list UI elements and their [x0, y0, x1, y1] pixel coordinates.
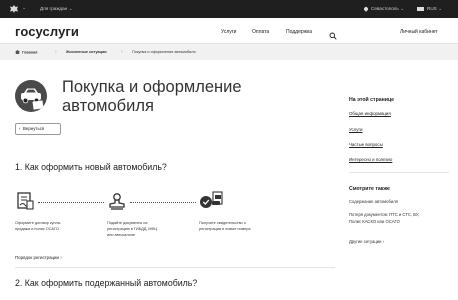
contract-icon [15, 191, 35, 211]
page-title-line-1: Покупка и оформление [62, 78, 242, 96]
sidebar-link-general-info[interactable]: Общая информация [349, 111, 391, 116]
breadcrumb-current: Покупка и оформление автомобиля [132, 50, 196, 54]
gosuslugi-logo[interactable]: госуслуги [15, 24, 79, 39]
section-heading-new-car: 1. Как оформить новый автомобиль? [15, 162, 167, 172]
location-pin-icon [363, 5, 369, 12]
breadcrumb: Главная › Жизненные ситуации › Покупка и… [0, 44, 458, 60]
stamp-icon [107, 191, 127, 211]
sidebar-divider [349, 172, 449, 173]
see-also-title: Смотрите также [349, 186, 390, 192]
step-2-text: Подайте документы на регистрацию в ГИБДД,… [107, 221, 158, 237]
sidebar-link-services[interactable]: Услуги [349, 127, 363, 132]
top-bar: ⌄ Для граждан ⌄ Севастополь ⌄ RUS ⌄ [0, 0, 458, 18]
breadcrumb-home[interactable]: Главная [15, 50, 37, 55]
see-also-car-maintenance[interactable]: Содержание автомобиля [349, 199, 398, 206]
back-button-label: Вернуться [23, 126, 45, 131]
site-header: госуслуги Услуги Оплата Поддержка Личный… [0, 18, 458, 44]
audience-selector[interactable]: Для граждан ⌄ [40, 6, 73, 12]
search-icon[interactable] [329, 27, 337, 40]
registration-procedure-link[interactable]: Порядок регистрации › [15, 255, 62, 260]
nav-payment[interactable]: Оплата [252, 29, 269, 35]
chevron-down-icon: ⌄ [68, 6, 73, 12]
page-title-line-2: автомобиля [62, 97, 154, 115]
nav-support[interactable]: Поддержка [286, 29, 312, 35]
chevron-down-icon[interactable]: ⌄ [22, 5, 26, 11]
page-title: Покупка и оформление автомобиля [62, 78, 242, 116]
breadcrumb-life-situations[interactable]: Жизненные ситуации [66, 50, 107, 54]
car-icon [15, 80, 47, 112]
chevron-right-icon: › [121, 49, 123, 55]
car-document-icon [199, 190, 225, 210]
location-label: Севастополь [371, 6, 399, 11]
sidebar-link-faq[interactable]: Частые вопросы [349, 142, 383, 147]
language-selector[interactable]: RUS ⌄ [417, 6, 442, 12]
chevron-right-icon: › [55, 49, 57, 55]
language-label: RUS [427, 6, 437, 11]
other-situations-link[interactable]: Другие ситуации › [349, 239, 384, 246]
chevron-down-icon: ⌄ [436, 6, 443, 12]
personal-account-link[interactable]: Личный кабинет [400, 29, 438, 35]
see-also-lost-documents[interactable]: Потеря документов: ПТС и СТС, ВУ, Полис К… [349, 212, 419, 225]
back-button[interactable]: ‹ Вернуться [15, 123, 61, 135]
on-this-page-title: На этой странице [349, 97, 395, 103]
step-1-text: Оформите договор купли-продажи и полис О… [15, 221, 62, 231]
home-icon [15, 50, 20, 54]
section-divider [15, 267, 335, 268]
location-selector[interactable]: Севастополь ⌄ [363, 5, 405, 12]
sidebar-link-useful[interactable]: Интересно и полезно [349, 157, 392, 162]
section-heading-used-car: 2. Как оформить подержанный автомобиль? [15, 278, 198, 288]
chevron-left-icon: ‹ [19, 126, 21, 131]
step-connector [130, 202, 196, 203]
chevron-down-icon: ⌄ [398, 6, 405, 12]
coat-of-arms-icon[interactable] [9, 4, 19, 14]
flag-icon [417, 6, 424, 11]
audience-label: Для граждан [40, 6, 68, 11]
nav-services[interactable]: Услуги [221, 29, 236, 35]
step-connector [38, 202, 104, 203]
step-3-text: Получите свидетельство о регистрации и но… [199, 221, 251, 231]
